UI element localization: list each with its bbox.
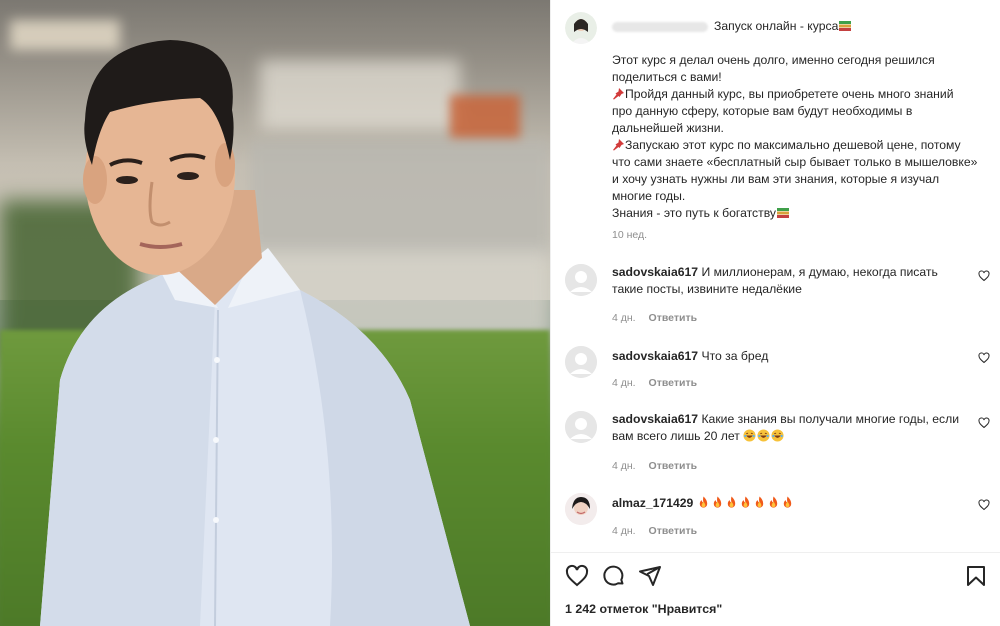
comment-meta: 4 дн. Ответить [612,525,707,537]
share-icon[interactable] [638,564,662,588]
comment-item: almaz_171429 4 дн. Ответить [565,493,990,537]
reply-button[interactable]: Ответить [649,460,698,472]
heart-icon[interactable] [978,352,990,364]
caption-closing: Знания - это путь к богатству [612,206,776,220]
fire-emoji [769,496,777,508]
heart-icon[interactable] [978,417,990,429]
comment-time[interactable]: 4 дн. [612,525,636,537]
pushpin-icon [613,88,624,100]
fire-emoji [699,496,707,508]
commenter-avatar[interactable] [565,264,597,296]
comment-time[interactable]: 4 дн. [612,377,636,389]
fire-emoji [755,496,763,508]
caption-body: Этот курс я делал очень долго, именно се… [612,53,978,220]
post-sidebar: Запуск онлайн - курса Этот курс я делал … [550,0,1000,626]
comment-text: И миллионерам, я думаю, некогда писать [701,265,938,279]
bookmark-icon[interactable] [964,564,988,588]
instagram-post: Запуск онлайн - курса Этот курс я делал … [0,0,1000,626]
fire-emoji [783,496,791,508]
commenter-avatar[interactable] [565,411,597,443]
comment-text: Что за бред [701,349,769,363]
comment-text: Какие знания вы получали многие годы, ес… [701,412,960,426]
commenter-avatar[interactable] [565,346,597,378]
laughing-emoji [757,429,770,442]
comment-time[interactable]: 4 дн. [612,460,636,472]
comment-item: sadovskaia617 Какие знания вы получали м… [565,411,990,472]
comment-icon[interactable] [602,564,626,588]
fire-emoji [741,496,749,508]
divider [551,552,1000,553]
laughing-emoji [771,429,784,442]
reply-button[interactable]: Ответить [649,377,698,389]
books-icon [839,21,852,31]
comment-meta: 4 дн. Ответить [612,312,707,324]
heart-icon[interactable] [978,499,990,511]
fire-emoji [727,496,735,508]
books-icon [777,208,789,218]
heart-icon[interactable] [565,564,589,588]
comment-username[interactable]: sadovskaia617 [612,265,698,279]
post-caption: Запуск онлайн - курса Этот курс я делал … [612,18,992,222]
laughing-emoji [743,429,756,442]
comment-username[interactable]: almaz_171429 [612,496,693,510]
post-time[interactable]: 10 нед. [612,229,647,241]
fire-emoji [713,496,721,508]
likes-count[interactable]: 1 242 отметок "Нравится" [565,602,722,616]
comment-text-cont: вам всего лишь 20 лет [612,429,740,443]
author-username-blurred[interactable] [612,21,708,32]
person-figure [40,40,470,626]
comment-item: sadovskaia617 Что за бред 4 дн. Ответить [565,346,990,389]
comment-meta: 4 дн. Ответить [612,460,707,472]
comment-item: sadovskaia617 И миллионерам, я думаю, не… [565,264,990,324]
comment-username[interactable]: sadovskaia617 [612,349,698,363]
comment-time[interactable]: 4 дн. [612,312,636,324]
post-photo[interactable] [0,0,550,626]
comment-meta: 4 дн. Ответить [612,377,707,389]
comment-username[interactable]: sadovskaia617 [612,412,698,426]
reply-button[interactable]: Ответить [649,312,698,324]
commenter-avatar[interactable] [565,493,597,525]
post-title: Запуск онлайн - курса [714,19,839,33]
post-actions [565,564,988,590]
pushpin-icon [613,139,624,151]
heart-icon[interactable] [978,270,990,282]
comment-text-cont: такие посты, извините недалёкие [612,282,802,296]
author-avatar[interactable] [565,12,597,44]
reply-button[interactable]: Ответить [649,525,698,537]
